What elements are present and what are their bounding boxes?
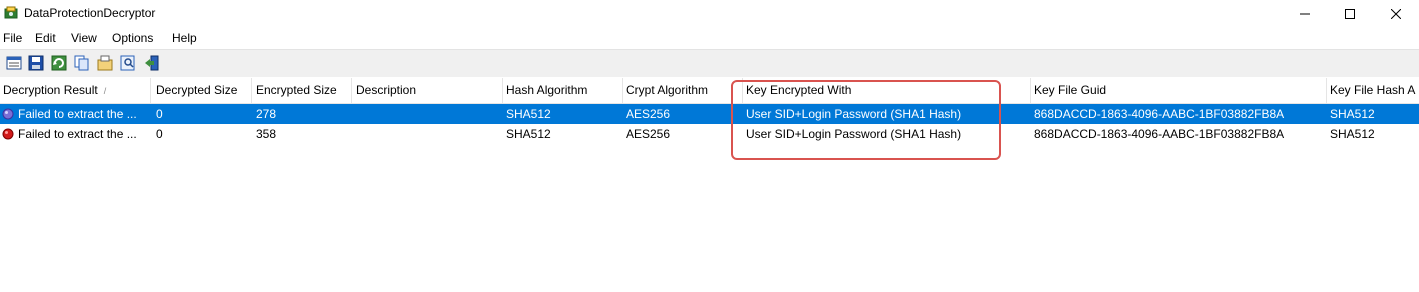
status-icon: [2, 108, 14, 120]
cell-encrypted-size: 358: [256, 127, 277, 141]
cell-key-file-guid: 868DACCD-1863-4096-AABC-1BF03882FB8A: [1034, 127, 1285, 141]
cell-key-file-hash: SHA512: [1330, 127, 1375, 141]
cell-crypt-algorithm: AES256: [626, 127, 671, 141]
cell-key-file-guid: 868DACCD-1863-4096-AABC-1BF03882FB8A: [1034, 107, 1285, 121]
cell-encrypted-size: 278: [256, 107, 277, 121]
error-status-icon: [2, 128, 14, 140]
refresh-icon[interactable]: [51, 55, 67, 71]
column-header-decryption-result[interactable]: Decryption Result /: [0, 78, 151, 103]
column-header-key-encrypted-with[interactable]: Key Encrypted With: [743, 78, 1031, 103]
cell-hash-algorithm: SHA512: [506, 107, 551, 121]
cell-key-encrypted-with: User SID+Login Password (SHA1 Hash): [746, 127, 962, 141]
menu-help[interactable]: Help: [172, 31, 197, 45]
menu-file[interactable]: File: [3, 31, 22, 45]
save-icon[interactable]: [28, 55, 44, 71]
maximize-icon: [1345, 9, 1355, 19]
column-header-decrypted-size[interactable]: Decrypted Size: [153, 78, 252, 103]
column-header-hash-algorithm[interactable]: Hash Algorithm: [503, 78, 623, 103]
cell-hash-algorithm: SHA512: [506, 127, 551, 141]
menu-view[interactable]: View: [71, 31, 97, 45]
column-header-key-file-guid[interactable]: Key File Guid: [1031, 78, 1327, 103]
cell-description: [353, 124, 503, 144]
maximize-button[interactable]: [1327, 0, 1373, 28]
minimize-button[interactable]: [1282, 0, 1328, 28]
cell-decrypted-size: 0: [156, 107, 163, 121]
toolbar: [0, 49, 1419, 77]
menu-bar: File Edit View Options Help: [0, 28, 1419, 48]
minimize-icon: [1300, 13, 1310, 15]
close-icon: [1391, 9, 1401, 19]
properties-icon[interactable]: [6, 55, 22, 71]
sort-indicator: /: [103, 86, 107, 96]
close-button[interactable]: [1373, 0, 1419, 28]
find-icon[interactable]: [120, 55, 136, 71]
window-title: DataProtectionDecryptor: [24, 6, 156, 20]
cell-decryption-result: Failed to extract the ...: [18, 127, 137, 141]
cell-description: [353, 104, 503, 124]
table-row[interactable]: Failed to extract the ... 0 358 SHA512 A…: [0, 124, 1419, 144]
column-header-crypt-algorithm[interactable]: Crypt Algorithm: [623, 78, 743, 103]
column-header-description[interactable]: Description: [353, 78, 503, 103]
options-icon[interactable]: [97, 55, 113, 71]
app-icon: [4, 6, 18, 19]
exit-icon[interactable]: [144, 55, 160, 71]
copy-icon[interactable]: [74, 55, 90, 71]
list-header: Decryption Result / Decrypted Size Encryp…: [0, 78, 1419, 104]
column-header-encrypted-size[interactable]: Encrypted Size: [253, 78, 352, 103]
menu-options[interactable]: Options: [112, 31, 153, 45]
cell-decrypted-size: 0: [156, 127, 163, 141]
cell-decryption-result: Failed to extract the ...: [18, 107, 137, 121]
cell-key-encrypted-with: User SID+Login Password (SHA1 Hash): [746, 107, 962, 121]
menu-edit[interactable]: Edit: [35, 31, 56, 45]
cell-key-file-hash: SHA512: [1330, 107, 1375, 121]
column-header-key-file-hash[interactable]: Key File Hash A: [1327, 78, 1419, 103]
cell-crypt-algorithm: AES256: [626, 107, 671, 121]
table-row[interactable]: Failed to extract the ... 0 278 SHA512 A…: [0, 104, 1419, 124]
results-list[interactable]: Decryption Result / Decrypted Size Encryp…: [0, 78, 1419, 292]
title-bar: DataProtectionDecryptor: [0, 0, 1419, 28]
